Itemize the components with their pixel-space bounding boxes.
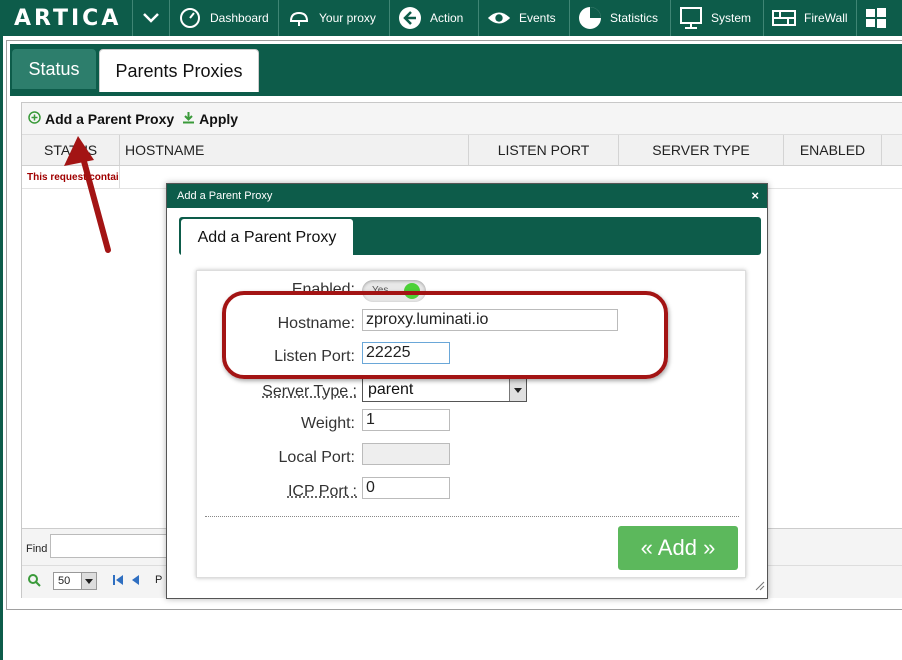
nav-events-label: Events	[519, 11, 556, 25]
add-parent-proxy-label: Add a Parent Proxy	[45, 110, 175, 127]
grid-toolbar: Add a Parent Proxy Apply	[22, 103, 902, 135]
dialog-title-bar[interactable]: Add a Parent Proxy	[167, 184, 767, 208]
dialog-tab-add-parent-proxy[interactable]: Add a Parent Proxy	[181, 219, 353, 257]
nav-dashboard-label: Dashboard	[210, 11, 269, 25]
windows-icon	[865, 6, 887, 30]
close-icon[interactable]: ×	[751, 188, 759, 203]
nav-statistics-label: Statistics	[610, 11, 659, 25]
pager-text: P	[155, 574, 163, 586]
local-port-label: Local Port:	[278, 449, 355, 466]
top-navigation-bar: ARTICA Dashboard Your proxy Action Event…	[0, 0, 902, 36]
weight-label: Weight:	[301, 415, 355, 432]
nav-firewall-label: FireWall	[804, 11, 848, 25]
column-header-hostname[interactable]: HOSTNAME	[120, 135, 469, 165]
column-header-listen-port[interactable]: LISTEN PORT	[469, 135, 619, 165]
artica-logo[interactable]: ARTICA	[0, 0, 132, 36]
nav-action-label: Action	[430, 11, 464, 25]
server-type-label: Server Type :	[262, 383, 357, 400]
gauge-icon	[178, 6, 202, 30]
firewall-icon	[772, 6, 796, 30]
add-parent-proxy-dialog: Add a Parent Proxy × Add a Parent Proxy …	[166, 183, 768, 599]
server-type-select[interactable]: parent	[362, 378, 527, 402]
nav-events[interactable]: Events	[479, 0, 569, 36]
refresh-search-icon[interactable]	[27, 573, 41, 590]
nav-your-proxy-label: Your proxy	[319, 11, 376, 25]
pie-chart-icon	[578, 6, 602, 30]
nav-system-label: System	[711, 11, 752, 25]
find-label: Find	[26, 543, 48, 555]
add-parent-proxy-button[interactable]: Add a Parent Proxy	[28, 111, 174, 127]
weight-field[interactable]: 1	[362, 409, 450, 431]
proxy-icon	[287, 6, 311, 30]
chevron-down-icon[interactable]	[133, 0, 169, 36]
page-size-select[interactable]: 50	[53, 572, 97, 590]
nav-dashboard[interactable]: Dashboard	[170, 0, 278, 36]
prev-page-icon[interactable]	[132, 575, 140, 588]
nav-firewall[interactable]: FireWall	[764, 0, 856, 36]
chevron-down-icon	[509, 379, 526, 401]
left-border-strip	[0, 36, 3, 660]
dialog-title: Add a Parent Proxy	[177, 190, 273, 202]
add-button[interactable]: « Add »	[618, 526, 738, 570]
add-circle-icon	[28, 110, 41, 127]
tab-status[interactable]: Status	[12, 49, 96, 89]
column-header-enabled[interactable]: ENABLED	[784, 135, 882, 165]
eye-icon	[487, 6, 511, 30]
resize-handle-icon[interactable]	[755, 578, 765, 596]
tab-parents-proxies[interactable]: Parents Proxies	[99, 49, 259, 92]
nav-action[interactable]: Action	[390, 0, 478, 36]
annotation-arrow	[64, 136, 111, 253]
local-port-field	[362, 443, 450, 465]
download-icon	[182, 111, 195, 127]
column-header-server-type[interactable]: SERVER TYPE	[619, 135, 784, 165]
nav-windows[interactable]	[857, 0, 889, 36]
table-header: STATUS HOSTNAME LISTEN PORT SERVER TYPE …	[22, 135, 902, 166]
nav-system[interactable]: System	[671, 0, 763, 36]
back-arrow-icon	[398, 6, 422, 30]
apply-button[interactable]: Apply	[182, 111, 238, 127]
icp-port-label: ICP Port :	[287, 483, 357, 500]
nav-statistics[interactable]: Statistics	[570, 0, 670, 36]
annotation-highlight	[222, 291, 668, 379]
form-divider	[205, 516, 739, 517]
find-input[interactable]	[50, 534, 170, 558]
nav-your-proxy[interactable]: Your proxy	[279, 0, 389, 36]
first-page-icon[interactable]	[113, 575, 125, 588]
monitor-icon	[679, 6, 703, 30]
chevron-down-icon	[81, 573, 96, 589]
icp-port-field[interactable]: 0	[362, 477, 450, 499]
apply-label: Apply	[199, 110, 239, 127]
